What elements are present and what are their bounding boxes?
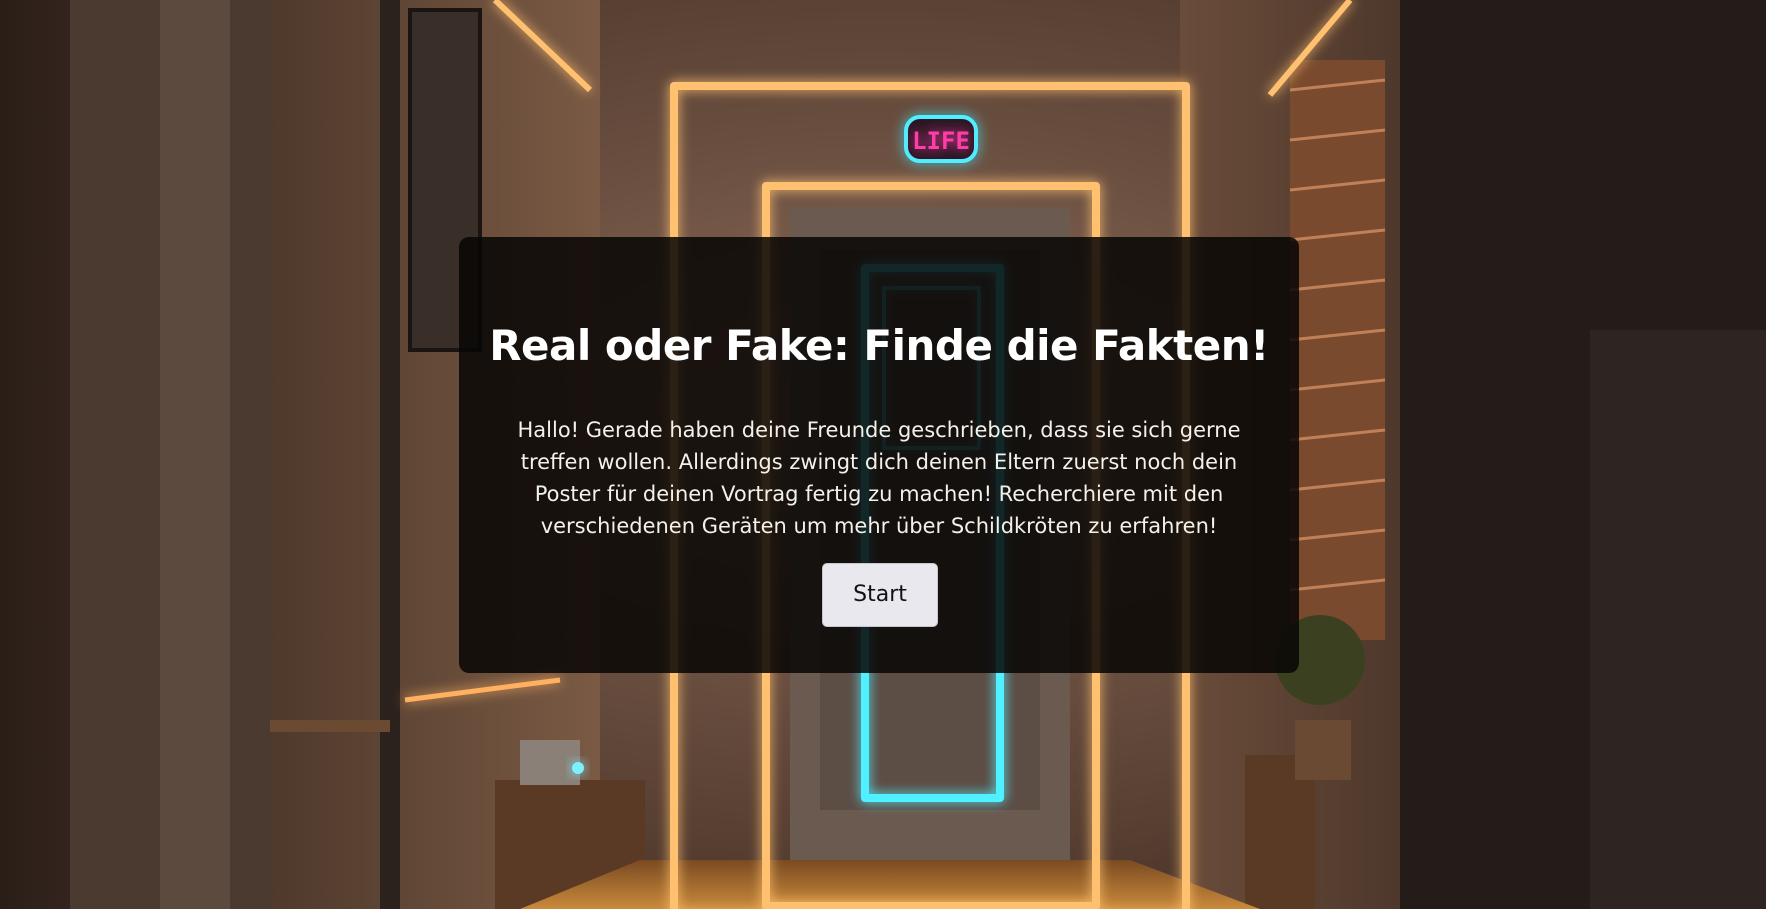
- dialog-text: Hallo! Gerade haben deine Freunde geschr…: [517, 418, 1241, 538]
- neon-sign-text: LIFE: [912, 127, 970, 155]
- dialog-title: Real oder Fake: Finde die Fakten!: [489, 321, 1269, 370]
- intro-dialog: Real oder Fake: Finde die Fakten! Hallo!…: [459, 237, 1299, 673]
- start-button[interactable]: Start: [822, 563, 938, 627]
- game-scene: LIFE Real oder Fake: Finde die Fakten! H…: [0, 0, 1766, 909]
